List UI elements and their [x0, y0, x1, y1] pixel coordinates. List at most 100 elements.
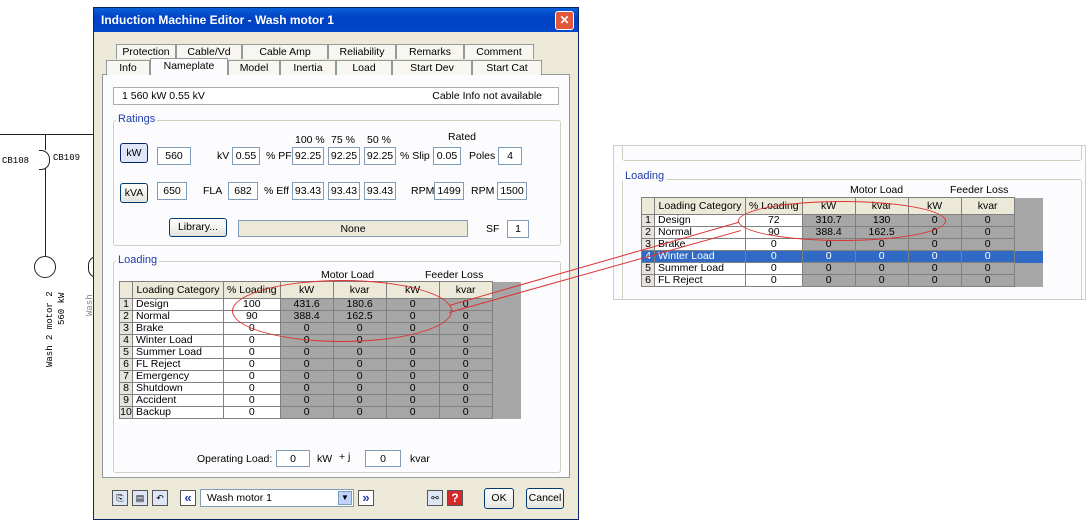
- column-header[interactable]: Loading Category: [132, 281, 224, 299]
- category-cell: FL Reject: [654, 274, 746, 287]
- percent-loading-cell[interactable]: 0: [223, 406, 281, 419]
- load-value-cell: 0: [438, 334, 493, 347]
- percent-loading-cell[interactable]: 0: [223, 370, 281, 383]
- info-line: 1 560 kW 0.55 kV Cable Info not availabl…: [113, 87, 559, 105]
- ok-button[interactable]: OK: [484, 488, 514, 509]
- kva-field[interactable]: 650: [157, 182, 187, 200]
- kw-field[interactable]: 560: [157, 147, 191, 165]
- tab-remarks[interactable]: Remarks: [396, 44, 464, 59]
- tab-nameplate[interactable]: Nameplate: [150, 58, 228, 75]
- load-value-cell: 0: [907, 274, 962, 287]
- copy-icon[interactable]: ⎘: [112, 490, 128, 506]
- kv-field[interactable]: 0.55: [232, 147, 260, 165]
- row-number: 2: [641, 226, 655, 239]
- row-number: 6: [641, 274, 655, 287]
- table-row[interactable]: 10 Backup 0 0 0 0 0: [119, 406, 522, 419]
- eff-label: % Eff: [264, 185, 289, 197]
- table-row[interactable]: 4Winter Load00000: [641, 250, 1044, 263]
- library-button[interactable]: Library...: [169, 218, 227, 237]
- load-value-cell: 0: [385, 358, 440, 371]
- binoculars-icon[interactable]: ⚯: [427, 490, 443, 506]
- grid-filler: [492, 382, 522, 395]
- tab-model[interactable]: Model: [228, 60, 280, 75]
- table-row[interactable]: 6 FL Reject 0 0 0 0 0: [641, 274, 1044, 287]
- table-row[interactable]: 5 Summer Load 0 0 0 0 0: [119, 346, 522, 359]
- percent-loading-cell[interactable]: 0: [745, 250, 803, 263]
- percent-loading-cell[interactable]: 0: [223, 394, 281, 407]
- load-value-cell: 0: [438, 322, 493, 335]
- tab-load[interactable]: Load: [336, 60, 392, 75]
- load-value-cell: 0: [960, 250, 1015, 263]
- kva-button[interactable]: kVA: [120, 183, 148, 203]
- chevron-down-icon[interactable]: ▼: [338, 491, 352, 505]
- load-value-cell: 0: [854, 262, 909, 275]
- percent-loading-cell[interactable]: 0: [223, 334, 281, 347]
- percent-loading-cell[interactable]: 0: [223, 382, 281, 395]
- tab-inertia[interactable]: Inertia: [280, 60, 336, 75]
- tab-comment[interactable]: Comment: [464, 44, 534, 59]
- loading-group-label: Loading: [116, 254, 160, 266]
- sf-label: SF: [486, 223, 500, 235]
- load-value-cell: 0: [801, 274, 856, 287]
- feeder-line: [45, 168, 46, 256]
- load-value-cell: 0: [960, 262, 1015, 275]
- row-number: 8: [119, 382, 133, 395]
- rpm-field[interactable]: 1499: [434, 182, 464, 200]
- eff-100-field[interactable]: 93.43: [292, 182, 324, 200]
- row-number: 10: [119, 406, 133, 419]
- load-value-cell: 0: [960, 238, 1015, 251]
- poles-field[interactable]: 4: [498, 147, 522, 165]
- tab-protection[interactable]: Protection: [116, 44, 176, 59]
- tab-cable-vd[interactable]: Cable/Vd: [176, 44, 242, 59]
- load-value-cell: 0: [960, 274, 1015, 287]
- column-header[interactable]: Loading Category: [654, 197, 746, 215]
- fla-field[interactable]: 682: [228, 182, 258, 200]
- tab-start-cat[interactable]: Start Cat: [472, 60, 542, 75]
- category-cell: Accident: [132, 394, 224, 407]
- load-value-cell: 0: [332, 370, 387, 383]
- paste-icon[interactable]: ▤: [132, 490, 148, 506]
- title-bar[interactable]: Induction Machine Editor - Wash motor 1 …: [94, 8, 578, 32]
- category-cell: Brake: [132, 322, 224, 335]
- pf-50-field[interactable]: 92.25: [364, 147, 396, 165]
- kv-label: kV: [217, 150, 230, 162]
- sf-field[interactable]: 1: [507, 220, 529, 238]
- previous-element-icon[interactable]: «: [180, 490, 196, 506]
- rated-rpm-field[interactable]: 1500: [497, 182, 527, 200]
- load-value-cell: 0: [854, 274, 909, 287]
- table-row[interactable]: 8 Shutdown 0 0 0 0 0: [119, 382, 522, 395]
- percent-loading-cell[interactable]: 0: [745, 262, 803, 275]
- pf-col-50-label: 50 %: [367, 134, 391, 146]
- help-icon[interactable]: ?: [447, 490, 463, 506]
- table-row[interactable]: 5 Summer Load 0 0 0 0 0: [641, 262, 1044, 275]
- next-element-icon[interactable]: »: [358, 490, 374, 506]
- column-header[interactable]: kvar: [960, 197, 1015, 215]
- tab-cable-amp[interactable]: Cable Amp: [242, 44, 328, 59]
- table-row[interactable]: 9 Accident 0 0 0 0 0: [119, 394, 522, 407]
- slip-field[interactable]: 0.05: [433, 147, 461, 165]
- percent-loading-cell[interactable]: 0: [223, 346, 281, 359]
- breaker-label-cb108: CB108: [2, 156, 30, 166]
- eff-75-field[interactable]: 93.43: [328, 182, 360, 200]
- pf-100-field[interactable]: 92.25: [292, 147, 324, 165]
- tab-start-dev[interactable]: Start Dev: [392, 60, 472, 75]
- cancel-button[interactable]: Cancel: [526, 488, 564, 509]
- tab-info[interactable]: Info: [106, 60, 150, 75]
- close-button[interactable]: ✕: [555, 11, 574, 30]
- tab-reliability[interactable]: Reliability: [328, 44, 396, 59]
- percent-loading-cell[interactable]: 0: [223, 358, 281, 371]
- grid-filler: [1014, 214, 1044, 227]
- kw-button[interactable]: kW: [120, 143, 148, 163]
- undo-icon[interactable]: ↶: [152, 490, 168, 506]
- poles-label: Poles: [469, 150, 496, 162]
- pf-75-field[interactable]: 92.25: [328, 147, 360, 165]
- eff-50-field[interactable]: 93.43: [364, 182, 396, 200]
- rated-rpm-label: RPM: [471, 185, 495, 197]
- table-row[interactable]: 6 FL Reject 0 0 0 0 0: [119, 358, 522, 371]
- induction-machine-editor-window: Induction Machine Editor - Wash motor 1 …: [93, 7, 579, 520]
- load-value-cell: 0: [279, 358, 334, 371]
- percent-loading-cell[interactable]: 0: [745, 238, 803, 251]
- table-row[interactable]: 7 Emergency 0 0 0 0 0: [119, 370, 522, 383]
- percent-loading-cell[interactable]: 0: [745, 274, 803, 287]
- element-select[interactable]: Wash motor 1 ▼: [200, 489, 354, 507]
